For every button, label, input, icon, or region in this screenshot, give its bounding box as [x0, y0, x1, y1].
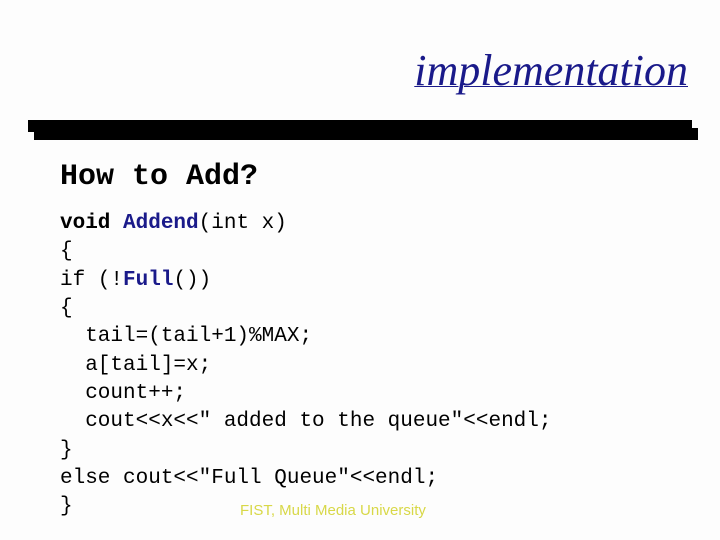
code-block: void Addend(int x) { if (!Full()) { tail… [60, 210, 551, 522]
function-addend: Addend [123, 212, 199, 235]
code-text: cout<<x<<" added to the queue"<<endl; [60, 410, 551, 433]
code-text: ()) [173, 269, 211, 292]
code-text: } [60, 439, 73, 462]
code-text: { [60, 297, 73, 320]
keyword-void: void [60, 212, 123, 235]
code-text: (int x) [199, 212, 287, 235]
code-text: if (! [60, 269, 123, 292]
section-heading: How to Add? [60, 160, 258, 194]
code-text: else cout<<"Full Queue"<<endl; [60, 467, 438, 490]
slide-title: implementation [414, 45, 688, 96]
code-text: } [60, 495, 73, 518]
code-text: a[tail]=x; [60, 354, 211, 377]
rule-line [28, 120, 692, 132]
code-text: tail=(tail+1)%MAX; [60, 325, 312, 348]
code-text: count++; [60, 382, 186, 405]
function-full: Full [123, 269, 173, 292]
code-text: { [60, 240, 73, 263]
footer-text: FIST, Multi Media University [240, 502, 426, 519]
